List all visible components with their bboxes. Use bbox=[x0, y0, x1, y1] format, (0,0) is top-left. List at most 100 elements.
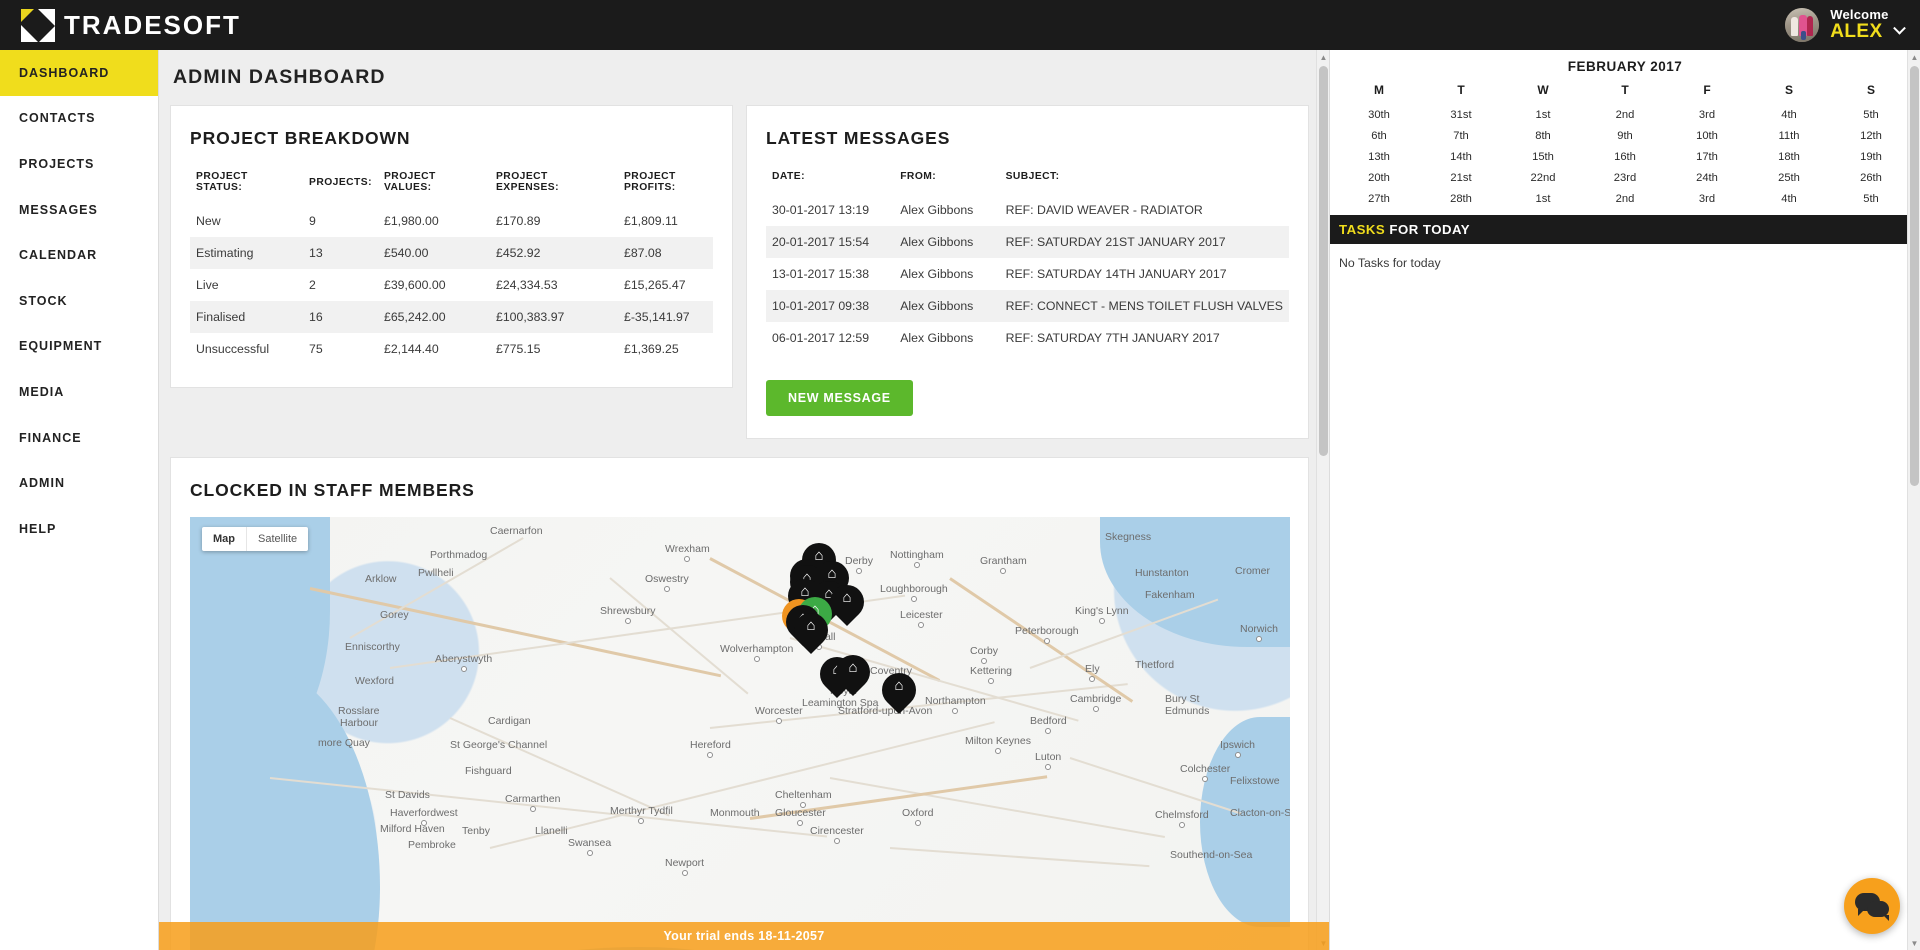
main-scrollbar[interactable]: ▲ ▼ bbox=[1316, 50, 1329, 950]
column-header: PROJECT EXPENSES: bbox=[495, 171, 559, 193]
trial-notice-text: Your trial ends 18-11-2057 bbox=[663, 929, 825, 943]
calendar-day-cell[interactable]: 21st bbox=[1420, 167, 1502, 188]
calendar-day-cell[interactable]: 28th bbox=[1420, 188, 1502, 209]
sidebar-item-contacts[interactable]: CONTACTS bbox=[0, 96, 158, 142]
calendar-day-cell[interactable]: 18th bbox=[1748, 146, 1830, 167]
map-place-label: Fakenham bbox=[1145, 589, 1195, 601]
message-row[interactable]: 06-01-2017 12:59 Alex Gibbons REF: SATURDA… bbox=[766, 322, 1289, 354]
right-panel: FEBRUARY 2017 MTWTFSS 30th 31st 1st 2nd 3rd 4… bbox=[1329, 50, 1920, 950]
chat-support-button[interactable] bbox=[1844, 878, 1900, 934]
calendar-day-cell[interactable]: 20th bbox=[1338, 167, 1420, 188]
calendar-day-cell[interactable]: 1st bbox=[1502, 104, 1584, 125]
calendar-day-cell[interactable]: 9th bbox=[1584, 125, 1666, 146]
satellite-view-button[interactable]: Satellite bbox=[246, 527, 308, 551]
message-row[interactable]: 20-01-2017 15:54 Alex Gibbons REF: SATURDA… bbox=[766, 226, 1289, 258]
calendar-day-cell[interactable]: 12th bbox=[1830, 125, 1912, 146]
table-row[interactable]: Finalised 16 £65,242.00 £100,383.97 £-35,141… bbox=[190, 301, 713, 333]
calendar-day-cell[interactable]: 22nd bbox=[1502, 167, 1584, 188]
calendar-day-cell[interactable]: 15th bbox=[1502, 146, 1584, 167]
calendar-day-cell[interactable]: 6th bbox=[1338, 125, 1420, 146]
sidebar-item-media[interactable]: MEDIA bbox=[0, 369, 158, 415]
map-marker-pin[interactable]: ⌂ bbox=[874, 665, 924, 717]
calendar-day-cell[interactable]: 11th bbox=[1748, 125, 1830, 146]
map-place-label: Aberystwyth bbox=[435, 653, 493, 665]
calendar-day-cell[interactable]: 14th bbox=[1420, 146, 1502, 167]
map-type-toggle[interactable]: Map Satellite bbox=[202, 527, 309, 551]
calendar-day-cell[interactable]: 5th bbox=[1830, 188, 1912, 209]
right-panel-scrollbar[interactable]: ▲ ▼ bbox=[1907, 50, 1920, 950]
calendar-day-cell[interactable]: 27th bbox=[1338, 188, 1420, 209]
map-place-label: Peterborough bbox=[1015, 625, 1079, 637]
message-row[interactable]: 30-01-2017 13:19 Alex Gibbons REF: DAVID W… bbox=[766, 194, 1289, 226]
map-marker-pin[interactable]: ⌂ bbox=[828, 647, 878, 699]
map-place-label: Milton Keynes bbox=[965, 735, 1031, 747]
cell-from: Alex Gibbons bbox=[900, 267, 974, 281]
cell-value: £1,980.00 bbox=[383, 214, 439, 228]
sidebar-item-label: EQUIPMENT bbox=[19, 339, 103, 354]
calendar-day-cell[interactable]: 17th bbox=[1666, 146, 1748, 167]
calendar-day-cell[interactable]: 31st bbox=[1420, 104, 1502, 125]
scroll-up-arrow-icon[interactable]: ▲ bbox=[1317, 50, 1330, 64]
chevron-down-icon[interactable] bbox=[1893, 21, 1906, 35]
calendar-day-cell[interactable]: 2nd bbox=[1584, 104, 1666, 125]
new-message-button[interactable]: NEW MESSAGE bbox=[766, 380, 913, 416]
avatar[interactable] bbox=[1785, 8, 1820, 42]
scroll-thumb[interactable] bbox=[1909, 66, 1919, 486]
calendar-day-cell[interactable]: 7th bbox=[1420, 125, 1502, 146]
sidebar-item-finance[interactable]: FINANCE bbox=[0, 415, 158, 461]
map-place-label: St George's Channel bbox=[450, 739, 548, 751]
cell-profit: £1,809.11 bbox=[623, 214, 678, 228]
sidebar-item-projects[interactable]: PROJECTS bbox=[0, 141, 158, 187]
calendar-day-cell[interactable]: 26th bbox=[1830, 167, 1912, 188]
calendar-day-cell[interactable]: 4th bbox=[1748, 104, 1830, 125]
table-row[interactable]: New 9 £1,980.00 £170.89 £1,809.11 bbox=[190, 205, 713, 237]
calendar-day-cell[interactable]: 2nd bbox=[1584, 188, 1666, 209]
sidebar-item-messages[interactable]: MESSAGES bbox=[0, 187, 158, 233]
message-row[interactable]: 10-01-2017 09:38 Alex Gibbons REF: CONNECT… bbox=[766, 290, 1289, 322]
brand-logo[interactable]: TRADESOFT bbox=[0, 0, 241, 50]
user-menu[interactable]: Welcome ALEX bbox=[1785, 0, 1920, 50]
calendar-day-cell[interactable]: 19th bbox=[1830, 146, 1912, 167]
table-row[interactable]: Estimating 13 £540.00 £452.92 £87.08 bbox=[190, 237, 713, 269]
sidebar-item-label: DASHBOARD bbox=[19, 65, 110, 80]
scroll-down-arrow-icon[interactable]: ▼ bbox=[1908, 936, 1920, 950]
calendar-day-cell[interactable]: 24th bbox=[1666, 167, 1748, 188]
calendar-day-cell[interactable]: 23rd bbox=[1584, 167, 1666, 188]
sidebar-item-equipment[interactable]: EQUIPMENT bbox=[0, 324, 158, 370]
map-place-label: Cambridge bbox=[1070, 693, 1122, 705]
map-marker-pin[interactable]: ⌂ bbox=[786, 605, 836, 657]
map-place-label: St Davids bbox=[385, 789, 430, 801]
calendar-day-cell[interactable]: 25th bbox=[1748, 167, 1830, 188]
house-icon: ⌂ bbox=[806, 617, 816, 634]
map-marker-pin[interactable]: ⌂ bbox=[822, 577, 872, 629]
calendar-day-cell[interactable]: 4th bbox=[1748, 188, 1830, 209]
map-place-label: Pwllheli bbox=[418, 567, 454, 579]
table-row[interactable]: Unsuccessful 75 £2,144.40 £775.15 £1,369.25 bbox=[190, 333, 713, 365]
map-place-label: Newport bbox=[665, 857, 705, 869]
calendar-day-cell[interactable]: 1st bbox=[1502, 188, 1584, 209]
map-place-label: Swansea bbox=[568, 837, 612, 849]
calendar-day-cell[interactable]: 5th bbox=[1830, 104, 1912, 125]
table-row[interactable]: Live 2 £39,600.00 £24,334.53 £15,265.47 bbox=[190, 269, 713, 301]
calendar-day-cell[interactable]: 3rd bbox=[1666, 104, 1748, 125]
map-view-button[interactable]: Map bbox=[202, 527, 246, 551]
message-row[interactable]: 13-01-2017 15:38 Alex Gibbons REF: SATURDA… bbox=[766, 258, 1289, 290]
sidebar-item-stock[interactable]: STOCK bbox=[0, 278, 158, 324]
scroll-thumb[interactable] bbox=[1318, 66, 1328, 456]
calendar-day-cell[interactable]: 8th bbox=[1502, 125, 1584, 146]
brand-name: TRADESOFT bbox=[64, 9, 241, 40]
sidebar-item-dashboard[interactable]: DASHBOARD bbox=[0, 50, 158, 96]
scroll-up-arrow-icon[interactable]: ▲ bbox=[1908, 50, 1920, 64]
sidebar-item-calendar[interactable]: CALENDAR bbox=[0, 232, 158, 278]
calendar-day-cell[interactable]: 10th bbox=[1666, 125, 1748, 146]
calendar-day-cell[interactable]: 3rd bbox=[1666, 188, 1748, 209]
project-breakdown-card: PROJECT BREAKDOWN PROJECT STATUS: PROJECT… bbox=[170, 105, 733, 388]
calendar-day-cell[interactable]: 16th bbox=[1584, 146, 1666, 167]
cell-profit: £87.08 bbox=[623, 246, 662, 260]
sidebar-item-help[interactable]: HELP bbox=[0, 506, 158, 552]
staff-location-map[interactable]: Caernarfon Wrexham Derby Nottingham Grantham… bbox=[190, 517, 1290, 950]
calendar-day-cell[interactable]: 13th bbox=[1338, 146, 1420, 167]
trial-notice-bar: Your trial ends 18-11-2057 bbox=[159, 922, 1329, 950]
calendar-day-cell[interactable]: 30th bbox=[1338, 104, 1420, 125]
sidebar-item-admin[interactable]: ADMIN bbox=[0, 460, 158, 506]
